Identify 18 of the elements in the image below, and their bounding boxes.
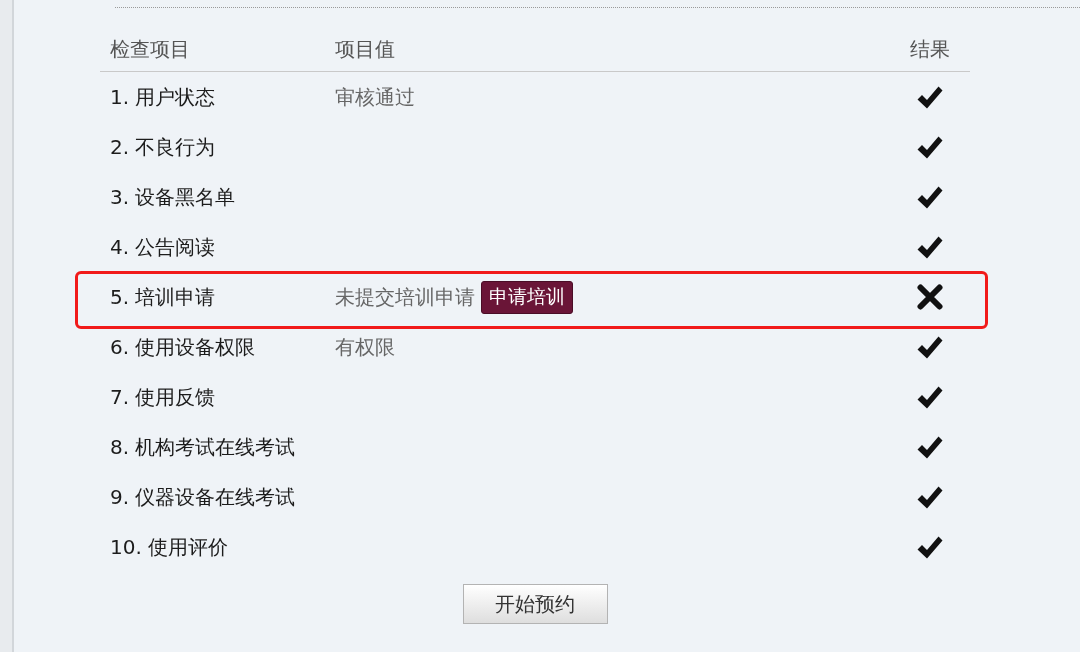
column-header: 结果 xyxy=(910,35,950,63)
check-item-label: 9. 仪器设备在线考试 xyxy=(109,483,297,511)
item-value: 有权限 xyxy=(335,333,395,361)
check-item-label: 3. 设备黑名单 xyxy=(109,183,237,211)
action-button[interactable]: 申请培训 xyxy=(481,280,573,314)
check-item-label: 2. 不良行为 xyxy=(109,133,217,161)
check-item-label: 7. 使用反馈 xyxy=(109,383,217,411)
check-item-label: 5. 培训申请 xyxy=(109,283,217,311)
column-header: 检查项目 xyxy=(109,35,191,63)
check-item-label: 1. 用户状态 xyxy=(109,83,217,111)
item-value: 未提交培训申请 xyxy=(335,283,475,311)
check-item-label: 6. 使用设备权限 xyxy=(109,333,257,361)
column-header: 项目值 xyxy=(334,35,396,63)
start-booking-button[interactable]: 开始预约 xyxy=(462,584,608,624)
check-item-label: 10. 使用评价 xyxy=(109,533,230,561)
check-item-label: 4. 公告阅读 xyxy=(109,233,217,261)
check-item-label: 8. 机构考试在线考试 xyxy=(109,433,297,461)
item-value: 审核通过 xyxy=(335,83,415,111)
